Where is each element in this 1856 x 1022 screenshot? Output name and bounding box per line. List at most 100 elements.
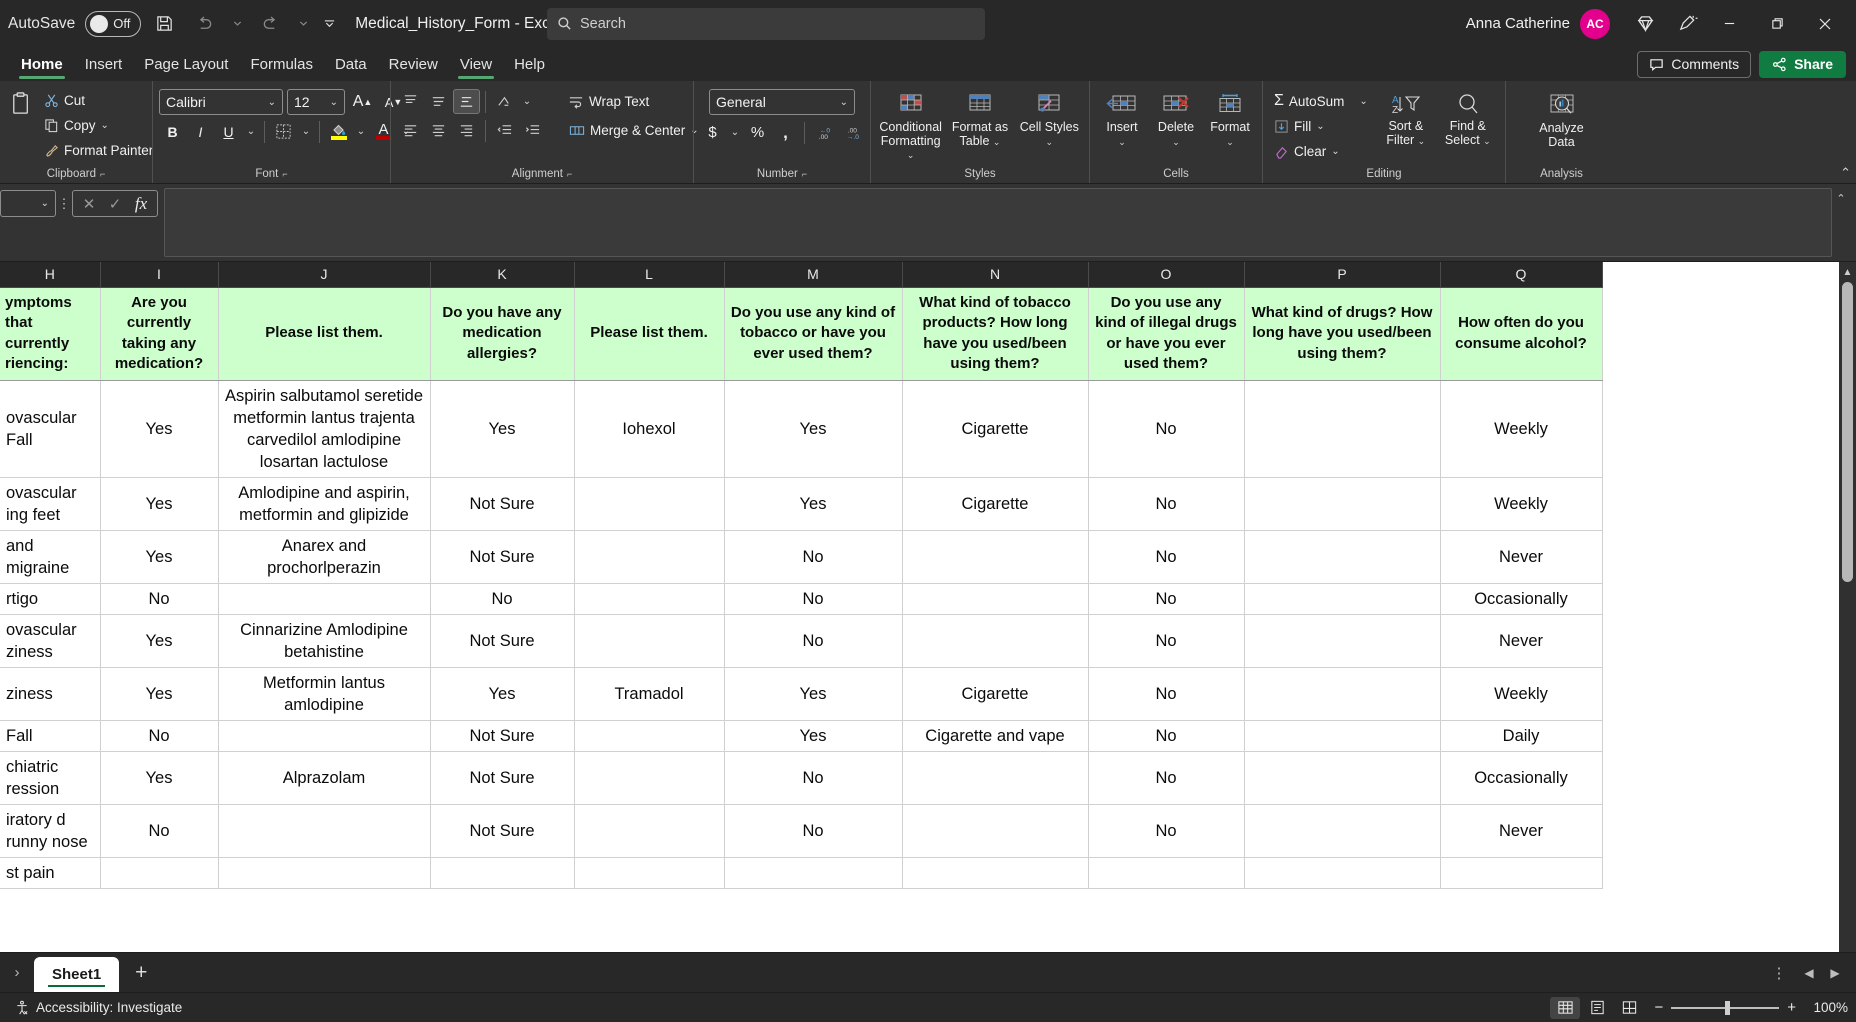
cell-k[interactable]: Yes: [430, 667, 575, 721]
cell-q[interactable]: Occasionally: [1440, 583, 1603, 615]
header-cell-p[interactable]: What kind of drugs? How long have you us…: [1244, 287, 1441, 381]
borders-button[interactable]: [270, 119, 297, 144]
comma-format-button[interactable]: ,: [772, 120, 799, 145]
cell-h[interactable]: ovascular ing feet: [0, 477, 101, 531]
close-button[interactable]: [1802, 7, 1848, 41]
cell-m[interactable]: Yes: [724, 720, 903, 752]
header-cell-n[interactable]: What kind of tobacco products? How long …: [902, 287, 1089, 381]
cell-i[interactable]: Yes: [100, 477, 219, 531]
column-header-l[interactable]: L: [574, 262, 725, 288]
share-button[interactable]: Share: [1759, 50, 1846, 78]
sort-filter-button[interactable]: A Z Sort & Filter ⌄: [1377, 89, 1435, 148]
cell-i[interactable]: Yes: [100, 667, 219, 721]
normal-view-button[interactable]: [1550, 996, 1581, 1019]
cell-j[interactable]: Amlodipine and aspirin, metformin and gl…: [218, 477, 431, 531]
cell-h[interactable]: rtigo: [0, 583, 101, 615]
font-name-field[interactable]: Calibri ⌄: [159, 89, 283, 115]
cell-p[interactable]: [1244, 380, 1441, 478]
align-right-button[interactable]: [453, 118, 480, 143]
alignment-dialog-launcher-icon[interactable]: ⌐: [567, 166, 572, 183]
cell-m[interactable]: [724, 857, 903, 889]
cell-j[interactable]: Cinnarizine Amlodipine betahistine: [218, 614, 431, 668]
cell-styles-chevron-down-icon[interactable]: ⌄: [1046, 137, 1054, 147]
cell-p[interactable]: [1244, 667, 1441, 721]
tab-insert[interactable]: Insert: [74, 47, 134, 81]
cell-m[interactable]: No: [724, 614, 903, 668]
cell-l[interactable]: [574, 720, 725, 752]
cell-n[interactable]: Cigarette: [902, 667, 1089, 721]
vertical-scrollbar-thumb[interactable]: [1842, 282, 1853, 582]
cell-n[interactable]: [902, 614, 1089, 668]
autosum-button[interactable]: Σ AutoSum ⌄: [1269, 89, 1373, 113]
formula-input[interactable]: [164, 188, 1832, 257]
cell-j[interactable]: Anarex and prochorlperazin: [218, 530, 431, 584]
header-cell-l[interactable]: Please list them.: [574, 287, 725, 381]
cell-o[interactable]: [1088, 857, 1245, 889]
cell-l[interactable]: [574, 804, 725, 858]
tab-view[interactable]: View: [449, 47, 503, 81]
search-box[interactable]: Search: [547, 7, 985, 40]
diamond-icon[interactable]: [1628, 7, 1662, 41]
tab-formulas[interactable]: Formulas: [239, 47, 324, 81]
cell-q[interactable]: [1440, 857, 1603, 889]
sheet-tab-options-icon[interactable]: ⋮: [1762, 964, 1796, 982]
header-cell-j[interactable]: Please list them.: [218, 287, 431, 381]
format-cells-chevron-down-icon[interactable]: ⌄: [1226, 137, 1234, 147]
column-header-q[interactable]: Q: [1440, 262, 1603, 288]
cell-n[interactable]: [902, 804, 1089, 858]
decrease-decimal-button[interactable]: .00 →.0: [838, 120, 865, 145]
autosum-chevron-down-icon[interactable]: ⌄: [1359, 96, 1367, 107]
name-box[interactable]: ⌄: [0, 190, 56, 217]
header-cell-i[interactable]: Are you currently taking any medication?: [100, 287, 219, 381]
cut-button[interactable]: Cut: [39, 88, 158, 112]
quick-access-toolbar-chevron-icon[interactable]: [319, 7, 339, 41]
cell-m[interactable]: No: [724, 530, 903, 584]
format-as-table-button[interactable]: Format as Table ⌄: [947, 90, 1013, 149]
zoom-level-label[interactable]: 100%: [1806, 1000, 1848, 1015]
column-header-m[interactable]: M: [724, 262, 903, 288]
insert-cells-button[interactable]: Insert ⌄: [1096, 90, 1148, 149]
zoom-out-button[interactable]: −: [1654, 999, 1663, 1016]
cell-p[interactable]: [1244, 720, 1441, 752]
cell-m[interactable]: Yes: [724, 667, 903, 721]
cell-n[interactable]: Cigarette: [902, 380, 1089, 478]
cell-j[interactable]: Metformin lantus amlodipine: [218, 667, 431, 721]
cell-q[interactable]: Never: [1440, 530, 1603, 584]
accessibility-status[interactable]: Accessibility: Investigate: [8, 1000, 188, 1016]
delete-cells-chevron-down-icon[interactable]: ⌄: [1172, 137, 1180, 147]
conditional-formatting-button[interactable]: Conditional Formatting ⌄: [878, 90, 944, 163]
align-center-button[interactable]: [425, 118, 452, 143]
collapse-ribbon-icon[interactable]: ⌃: [1840, 165, 1851, 181]
header-cell-k[interactable]: Do you have any medication allergies?: [430, 287, 575, 381]
find-select-button[interactable]: Find & Select ⌄: [1439, 89, 1497, 148]
cell-i[interactable]: No: [100, 720, 219, 752]
hscroll-left-icon[interactable]: ◀: [1796, 966, 1822, 980]
expand-formula-bar-icon[interactable]: ⌃: [1832, 188, 1850, 257]
align-middle-button[interactable]: [425, 89, 452, 114]
cell-l[interactable]: [574, 477, 725, 531]
autosave-toggle[interactable]: Off: [85, 10, 142, 37]
cell-styles-button[interactable]: Cell Styles ⌄: [1016, 90, 1082, 149]
cell-o[interactable]: No: [1088, 477, 1245, 531]
clear-button[interactable]: Clear ⌄: [1269, 139, 1373, 163]
cell-i[interactable]: No: [100, 583, 219, 615]
tab-help[interactable]: Help: [503, 47, 556, 81]
cell-q[interactable]: Weekly: [1440, 380, 1603, 478]
cell-j[interactable]: [218, 720, 431, 752]
increase-indent-button[interactable]: [519, 118, 546, 143]
cell-i[interactable]: No: [100, 804, 219, 858]
column-header-n[interactable]: N: [902, 262, 1089, 288]
wrap-text-button[interactable]: Wrap Text: [563, 90, 654, 114]
cell-n[interactable]: [902, 583, 1089, 615]
font-size-chevron-down-icon[interactable]: ⌄: [324, 97, 338, 108]
percent-format-button[interactable]: %: [744, 120, 771, 145]
vertical-scrollbar[interactable]: ▲: [1839, 262, 1856, 952]
cell-q[interactable]: Never: [1440, 804, 1603, 858]
tab-home[interactable]: Home: [10, 47, 74, 81]
restore-button[interactable]: [1754, 7, 1800, 41]
column-header-k[interactable]: K: [430, 262, 575, 288]
cell-h[interactable]: ziness: [0, 667, 101, 721]
redo-icon[interactable]: [253, 7, 287, 41]
align-top-button[interactable]: [397, 89, 424, 114]
zoom-thumb[interactable]: [1725, 1000, 1731, 1015]
